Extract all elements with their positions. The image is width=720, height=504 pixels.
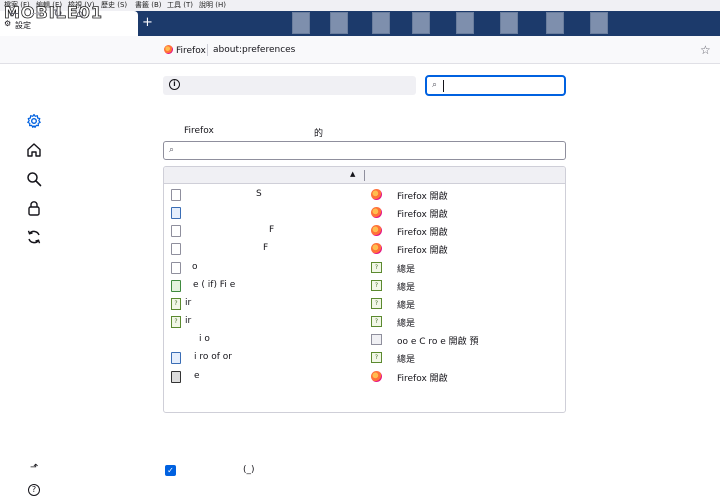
action-select[interactable]: Firefox 開啟: [397, 189, 448, 202]
find-in-preferences-field[interactable]: [445, 79, 555, 89]
background-icon: [292, 12, 310, 34]
content-type-filter[interactable]: ⌕: [163, 141, 566, 160]
search-icon: ⌕: [432, 80, 438, 90]
firefox-icon: [371, 225, 382, 236]
document-icon: [171, 189, 181, 201]
reload-icon[interactable]: ↻: [52, 8, 64, 20]
document-icon: [171, 371, 181, 383]
column-separator[interactable]: [364, 170, 365, 181]
background-icon: [330, 12, 348, 34]
find-in-preferences-input[interactable]: ⌕: [425, 75, 566, 96]
sort-ascending-icon[interactable]: ▲: [350, 170, 355, 178]
action-select[interactable]: Firefox 開啟: [397, 207, 448, 220]
action-select[interactable]: Firefox 開啟: [397, 225, 448, 238]
document-icon: [171, 243, 181, 255]
table-row[interactable]: F Firefox 開啟: [164, 222, 565, 240]
category-search[interactable]: [26, 171, 42, 187]
background-icon: [372, 12, 390, 34]
content-type: o: [192, 262, 198, 272]
firefox-icon: [371, 243, 382, 254]
action-select[interactable]: 總是: [397, 352, 415, 365]
table-header: ▲: [164, 167, 565, 184]
action-select[interactable]: 總是: [397, 316, 415, 329]
lock-icon: [28, 201, 40, 216]
sync-icon: [27, 230, 41, 244]
url-separator: [207, 44, 208, 56]
table-row[interactable]: e Firefox 開啟: [164, 368, 565, 386]
home-icon: [27, 143, 41, 157]
ask-icon: ?: [371, 280, 382, 291]
content-type: e: [194, 371, 200, 381]
background-icon: [412, 12, 430, 34]
footer-checkbox-label: (_): [243, 465, 255, 475]
table-row[interactable]: ? ir ? 總是: [164, 313, 565, 331]
category-home[interactable]: [26, 142, 42, 158]
ask-icon: ?: [371, 352, 382, 363]
ask-icon: ?: [371, 262, 382, 273]
background-icon: [500, 12, 518, 34]
firefox-icon: [371, 189, 382, 200]
firefox-icon: [164, 45, 173, 54]
system-app-icon: [371, 334, 382, 345]
background-icon: [456, 12, 474, 34]
back-arrow-icon[interactable]: ←: [8, 8, 20, 20]
forward-arrow-icon[interactable]: →: [30, 8, 42, 20]
search-icon: [27, 172, 42, 187]
action-select[interactable]: Firefox 開啟: [397, 371, 448, 384]
image-file-icon: [171, 280, 181, 292]
table-row[interactable]: Firefox 開啟: [164, 204, 565, 222]
applications-table: ▲ S Firefox 開啟 Firefox 開啟 F Firefox 開啟 F…: [163, 166, 566, 413]
category-sync[interactable]: [26, 229, 42, 245]
action-select[interactable]: Firefox 開啟: [397, 243, 448, 256]
menu-help[interactable]: 說明 (H): [199, 0, 226, 11]
generic-file-icon: ?: [171, 316, 181, 328]
help-icon[interactable]: ?: [28, 484, 40, 496]
content-type: i ro of or: [194, 352, 232, 362]
policy-notice: i: [163, 76, 416, 95]
applications-description-app: Firefox: [184, 126, 214, 136]
ask-icon: ?: [371, 316, 382, 327]
generic-file-icon: ?: [171, 298, 181, 310]
ask-icon: ?: [371, 298, 382, 309]
action-select[interactable]: oo e C ro e 開啟 預: [397, 334, 479, 347]
bookmark-star-icon[interactable]: ☆: [700, 43, 711, 57]
identity-label: Firefox: [176, 46, 206, 56]
document-icon: [171, 352, 181, 364]
url-text[interactable]: about:preferences: [213, 45, 295, 55]
table-row[interactable]: ? ir ? 總是: [164, 295, 565, 313]
category-privacy[interactable]: [26, 200, 42, 216]
footer-checkbox[interactable]: ✓: [165, 465, 176, 476]
content-type: ir: [185, 298, 192, 308]
table-row[interactable]: S Firefox 開啟: [164, 186, 565, 204]
gear-icon: [27, 113, 41, 128]
action-select[interactable]: 總是: [397, 262, 415, 275]
menu-tools[interactable]: 工具 (T): [167, 0, 193, 11]
document-icon: [171, 262, 181, 274]
firefox-icon: [371, 371, 382, 382]
table-row[interactable]: o ? 總是: [164, 259, 565, 277]
home-icon[interactable]: ⌂: [74, 8, 86, 20]
extensions-icon[interactable]: ⬏: [28, 462, 40, 474]
identity-box[interactable]: Firefox: [164, 45, 206, 56]
document-icon: [171, 225, 181, 237]
table-row[interactable]: F Firefox 開啟: [164, 240, 565, 258]
action-select[interactable]: 總是: [397, 298, 415, 311]
content-type: i o: [199, 334, 210, 344]
text-caret: [443, 80, 444, 92]
document-icon: [171, 207, 181, 219]
background-icon: [590, 12, 608, 34]
filter-field[interactable]: [180, 144, 550, 154]
search-icon: ⌕: [169, 145, 175, 155]
content-type: ir: [185, 316, 192, 326]
background-icon: [546, 12, 564, 34]
table-row[interactable]: i ro of or ? 總是: [164, 349, 565, 367]
content-type: e ( if) Fi e: [193, 280, 236, 290]
table-row[interactable]: e ( if) Fi e ? 總是: [164, 277, 565, 295]
category-general[interactable]: [26, 113, 42, 129]
info-icon: i: [169, 79, 180, 90]
action-select[interactable]: 總是: [397, 280, 415, 293]
firefox-icon: [371, 207, 382, 218]
table-row[interactable]: i o oo e C ro e 開啟 預: [164, 331, 565, 349]
applications-description-suffix: 的: [314, 129, 324, 139]
